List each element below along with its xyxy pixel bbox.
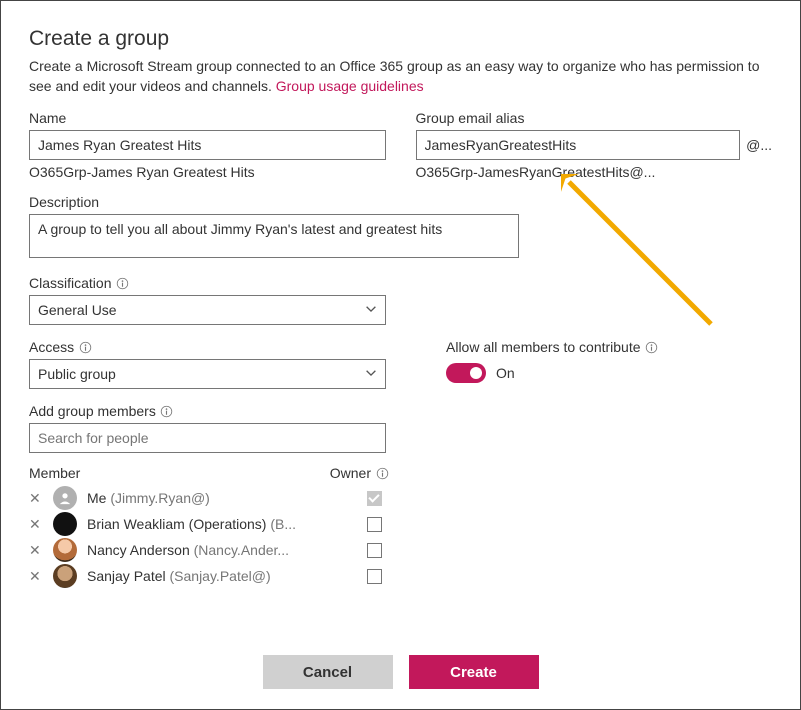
add-members-label: Add group members — [29, 403, 772, 419]
description-label: Description — [29, 194, 772, 210]
classification-label: Classification — [29, 275, 772, 291]
owner-checkbox[interactable] — [367, 517, 382, 532]
alias-suffix: @... — [746, 137, 772, 153]
usage-guidelines-link[interactable]: Group usage guidelines — [276, 78, 424, 94]
page-subtitle: Create a Microsoft Stream group connecte… — [29, 57, 772, 96]
remove-member-icon[interactable]: ✕ — [29, 491, 43, 505]
member-name: Brian Weakliam (Operations) (B... — [87, 516, 349, 532]
avatar — [53, 512, 77, 536]
avatar — [53, 486, 77, 510]
info-icon[interactable] — [78, 340, 92, 354]
page-title: Create a group — [29, 27, 772, 51]
classification-value[interactable] — [29, 295, 386, 325]
member-name: Nancy Anderson (Nancy.Ander... — [87, 542, 349, 558]
owner-checkbox[interactable] — [367, 543, 382, 558]
owner-checkbox — [367, 491, 382, 506]
info-icon[interactable] — [645, 340, 659, 354]
access-select[interactable] — [29, 359, 386, 389]
member-row: ✕ Sanjay Patel (Sanjay.Patel@) — [29, 563, 389, 589]
access-value[interactable] — [29, 359, 386, 389]
classification-select[interactable] — [29, 295, 386, 325]
remove-member-icon[interactable]: ✕ — [29, 569, 43, 583]
contribute-toggle[interactable] — [446, 363, 486, 383]
members-col-owner: Owner — [330, 465, 389, 481]
contribute-state: On — [496, 365, 515, 381]
members-col-member: Member — [29, 465, 80, 481]
alias-input[interactable] — [416, 130, 741, 160]
avatar — [53, 538, 77, 562]
contribute-label: Allow all members to contribute — [446, 339, 772, 355]
description-input[interactable] — [29, 214, 519, 258]
remove-member-icon[interactable]: ✕ — [29, 517, 43, 531]
owner-checkbox[interactable] — [367, 569, 382, 584]
member-name: Sanjay Patel (Sanjay.Patel@) — [87, 568, 349, 584]
name-hint: O365Grp-James Ryan Greatest Hits — [29, 164, 386, 180]
name-label: Name — [29, 110, 386, 126]
member-name: Me (Jimmy.Ryan@) — [87, 490, 349, 506]
member-row: ✕ Nancy Anderson (Nancy.Ander... — [29, 537, 389, 563]
create-button[interactable]: Create — [409, 655, 539, 689]
info-icon[interactable] — [160, 404, 174, 418]
name-input[interactable] — [29, 130, 386, 160]
alias-hint: O365Grp-JamesRyanGreatestHits@... — [416, 164, 773, 180]
avatar — [53, 564, 77, 588]
add-members-input[interactable] — [29, 423, 386, 453]
info-icon[interactable] — [375, 466, 389, 480]
member-row: ✕ Me (Jimmy.Ryan@) — [29, 485, 389, 511]
alias-label: Group email alias — [416, 110, 773, 126]
info-icon[interactable] — [115, 276, 129, 290]
cancel-button[interactable]: Cancel — [263, 655, 393, 689]
remove-member-icon[interactable]: ✕ — [29, 543, 43, 557]
member-row: ✕ Brian Weakliam (Operations) (B... — [29, 511, 389, 537]
access-label: Access — [29, 339, 386, 355]
